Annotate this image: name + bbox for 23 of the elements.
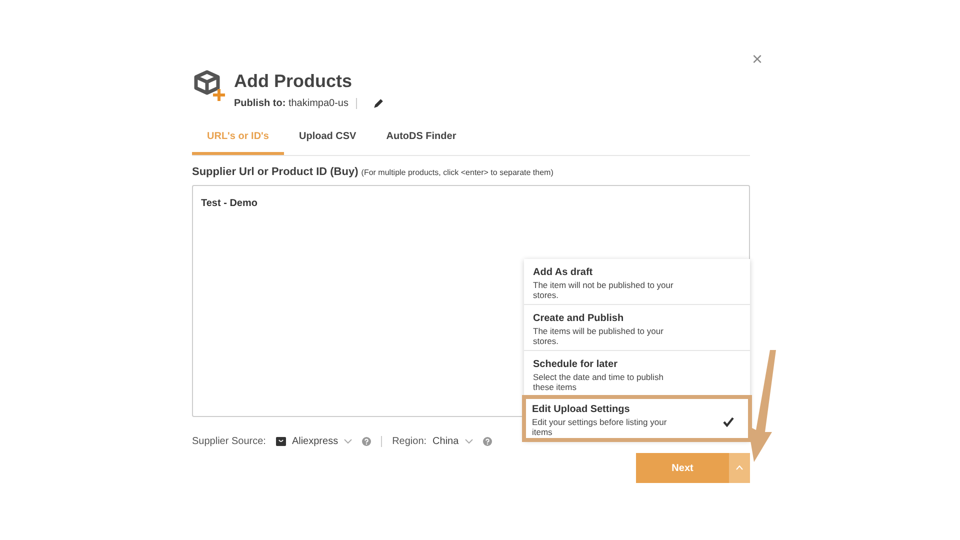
publish-to-text: Publish to: thakimpa0-us bbox=[234, 97, 348, 111]
dropdown-toggle-button[interactable] bbox=[729, 453, 750, 483]
menu-item[interactable]: Add As draft The item will not be published to your stores. bbox=[524, 259, 750, 305]
supplier-source-label: Supplier Source: bbox=[192, 435, 266, 449]
tab[interactable]: AutoDS Finder bbox=[371, 123, 472, 155]
dialog-title: Add Products bbox=[234, 70, 354, 92]
supplier-source-dropdown[interactable]: Aliexpress bbox=[292, 434, 338, 449]
field-label: Supplier Url or Product ID (Buy) (For multiple products, click <enter> to separate them) bbox=[192, 165, 554, 180]
close-button[interactable]: × bbox=[752, 50, 763, 68]
help-icon[interactable] bbox=[482, 437, 492, 446]
chevron-down-icon bbox=[344, 439, 352, 444]
package-icon bbox=[192, 70, 226, 102]
edit-icon[interactable] bbox=[373, 98, 384, 109]
checkmark-icon bbox=[723, 417, 734, 427]
shop-icon bbox=[276, 437, 286, 446]
help-icon[interactable] bbox=[362, 437, 372, 446]
menu-item[interactable]: Edit Upload Settings Edit your settings before listing your items bbox=[522, 395, 752, 442]
chevron-down-icon bbox=[464, 439, 473, 444]
menu-item[interactable]: Create and Publish The items will be published to your stores. bbox=[524, 305, 750, 351]
region-label: Region: bbox=[392, 435, 427, 449]
region-dropdown[interactable]: China bbox=[432, 434, 459, 449]
tab[interactable]: Upload CSV bbox=[284, 123, 372, 155]
chevron-up-icon bbox=[736, 465, 743, 470]
